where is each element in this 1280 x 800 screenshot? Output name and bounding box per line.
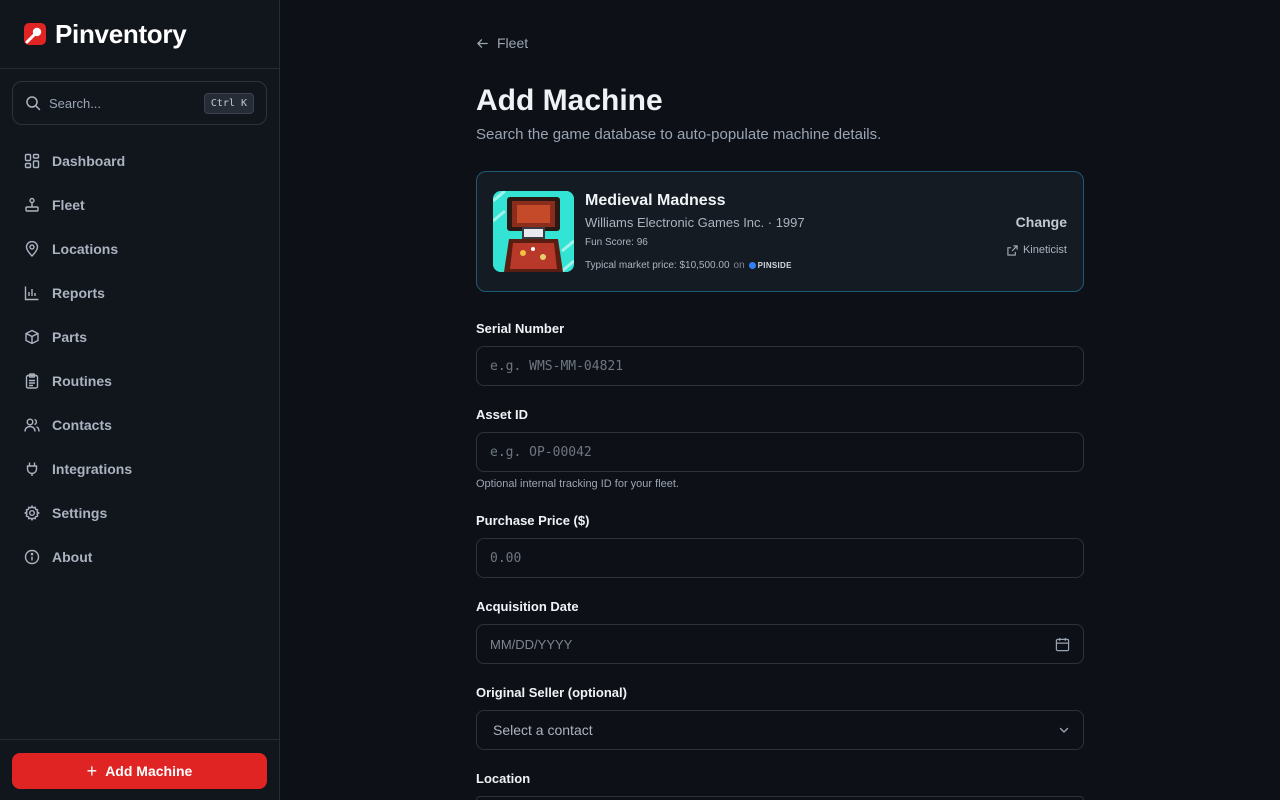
serial-number-field[interactable]: e.g. WMS-MM-04821 [476,346,1084,386]
search-box[interactable]: Search... Ctrl K [12,81,267,125]
pinside-icon [748,262,756,269]
serial-number-placeholder: e.g. WMS-MM-04821 [490,358,624,374]
purchase-price-placeholder: 0.00 [490,550,522,566]
keyboard-shortcut: Ctrl K [203,92,254,114]
add-machine-button[interactable]: + Add Machine [12,753,267,789]
location-label: Location [476,771,531,786]
asset-id-label: Asset ID [476,407,529,422]
sidebar-item-label: Reports [52,285,105,301]
sidebar-item-routines[interactable]: Routines [12,359,267,403]
fun-score: Fun Score: 96 [585,237,648,248]
game-name: Medieval Madness [585,192,726,209]
original-seller-label: Original Seller (optional) [476,685,627,700]
sidebar-item-integrations[interactable]: Integrations [12,447,267,491]
add-machine-label: Add Machine [105,763,193,779]
sidebar-item-label: Routines [52,373,112,389]
bar-chart-icon [24,285,40,301]
sidebar-item-fleet[interactable]: Fleet [12,183,267,227]
sidebar-item-label: Integrations [52,461,133,477]
brand[interactable]: Pinventory [0,0,279,69]
sidebar-nav: Dashboard Fleet Locations Reports Parts [12,139,267,579]
asset-id-help: Optional internal tracking ID for your f… [476,478,679,490]
app-name: Pinventory [55,18,187,49]
sidebar-item-dashboard[interactable]: Dashboard [12,139,267,183]
location-select[interactable] [476,796,1084,800]
sidebar-item-label: Locations [52,241,119,257]
pinside-text: PINSIDE [757,261,792,270]
original-seller-select[interactable]: Select a contact [476,710,1084,750]
purchase-price-label: Purchase Price ($) [476,513,590,528]
page-title: Add Machine [476,84,663,117]
page-subtitle: Search the game database to auto-populat… [476,126,882,143]
acquisition-date-field[interactable]: MM/DD/YYYY [476,624,1084,664]
sidebar-item-label: Contacts [52,417,112,433]
selected-game-card: Medieval Madness Williams Electronic Gam… [476,171,1084,292]
clipboard-icon [24,373,40,389]
game-thumbnail [493,191,574,272]
box-icon [24,329,40,345]
market-on-text: on [733,260,745,271]
back-link-label: Fleet [497,35,529,51]
sidebar-item-label: Dashboard [52,153,126,169]
game-manufacturer: Williams Electronic Games Inc. · 1997 [585,215,805,230]
users-icon [24,417,40,433]
search-icon [26,96,41,111]
info-icon [24,549,40,565]
plug-icon [24,461,40,477]
sidebar-item-label: Parts [52,329,88,345]
external-link-icon [1007,244,1018,256]
asset-id-field[interactable]: e.g. OP-00042 [476,432,1084,472]
market-price: Typical market price: $10,500.00 [585,260,730,271]
calendar-icon[interactable] [1055,637,1070,652]
sidebar-item-settings[interactable]: Settings [12,491,267,535]
dashboard-icon [24,153,40,169]
sidebar-item-reports[interactable]: Reports [12,271,267,315]
gear-icon [24,505,40,521]
asset-id-placeholder: e.g. OP-00042 [490,444,592,460]
sidebar-item-label: Settings [52,505,108,521]
chevron-down-icon [1059,727,1069,733]
joystick-icon [24,197,40,213]
market-price-row: Typical market price: $10,500.00 on PINS… [585,260,792,271]
back-link[interactable]: Fleet [476,35,528,51]
sidebar: Pinventory Search... Ctrl K Dashboard Fl… [0,0,280,800]
sidebar-item-label: About [52,549,93,565]
pinside-logo[interactable]: PINSIDE [748,261,792,270]
sidebar-item-contacts[interactable]: Contacts [12,403,267,447]
sidebar-footer: + Add Machine [0,739,279,800]
purchase-price-field[interactable]: 0.00 [476,538,1084,578]
sidebar-item-about[interactable]: About [12,535,267,579]
arrow-left-icon [477,38,488,48]
kineticist-label: Kineticist [1022,244,1067,256]
serial-number-label: Serial Number [476,321,565,336]
plus-icon: + [86,761,98,781]
sidebar-item-parts[interactable]: Parts [12,315,267,359]
acquisition-date-label: Acquisition Date [476,599,579,614]
sidebar-item-label: Fleet [52,197,85,213]
sidebar-item-locations[interactable]: Locations [12,227,267,271]
change-game-button[interactable]: Change [1016,214,1067,230]
acquisition-date-placeholder: MM/DD/YYYY [490,636,573,652]
original-seller-placeholder: Select a contact [493,722,593,738]
kineticist-link[interactable]: Kineticist [1007,244,1067,256]
map-pin-icon [24,241,40,257]
search-input[interactable]: Search... [49,96,204,111]
logo-icon [24,23,46,45]
